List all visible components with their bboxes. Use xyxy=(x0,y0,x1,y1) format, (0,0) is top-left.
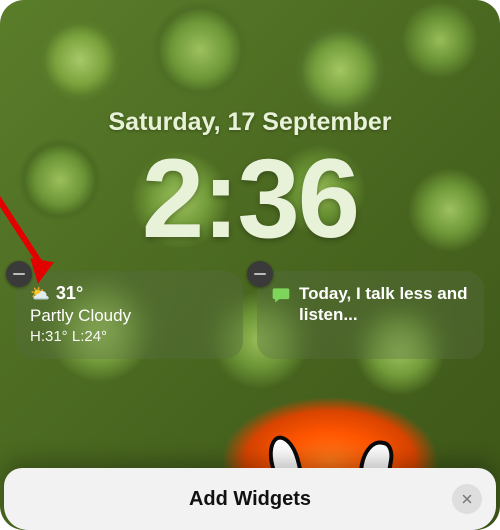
add-widgets-sheet[interactable]: Add Widgets xyxy=(4,468,496,530)
weather-widget[interactable]: ⛅ 31° Partly Cloudy H:31° L:24° xyxy=(16,271,243,359)
weather-high-low: H:31° L:24° xyxy=(30,328,229,345)
lockscreen-time[interactable]: 2:36 xyxy=(14,143,486,255)
weather-condition: Partly Cloudy xyxy=(30,306,229,326)
partly-cloudy-icon: ⛅ xyxy=(30,284,50,304)
annotation-arrow-head xyxy=(26,258,54,286)
speech-bubble-icon xyxy=(271,285,291,305)
close-icon xyxy=(461,493,473,505)
close-button[interactable] xyxy=(452,484,482,514)
weather-temp: 31° xyxy=(56,283,83,304)
lockscreen-date[interactable]: Saturday, 17 September xyxy=(14,108,486,137)
affirmation-widget[interactable]: Today, I talk less and listen... xyxy=(257,271,484,359)
affirmation-text: Today, I talk less and listen... xyxy=(299,283,470,326)
remove-widget-button[interactable] xyxy=(247,261,273,287)
sheet-title: Add Widgets xyxy=(189,488,311,511)
widgets-row: ⛅ 31° Partly Cloudy H:31° L:24° Today, I… xyxy=(14,271,486,359)
